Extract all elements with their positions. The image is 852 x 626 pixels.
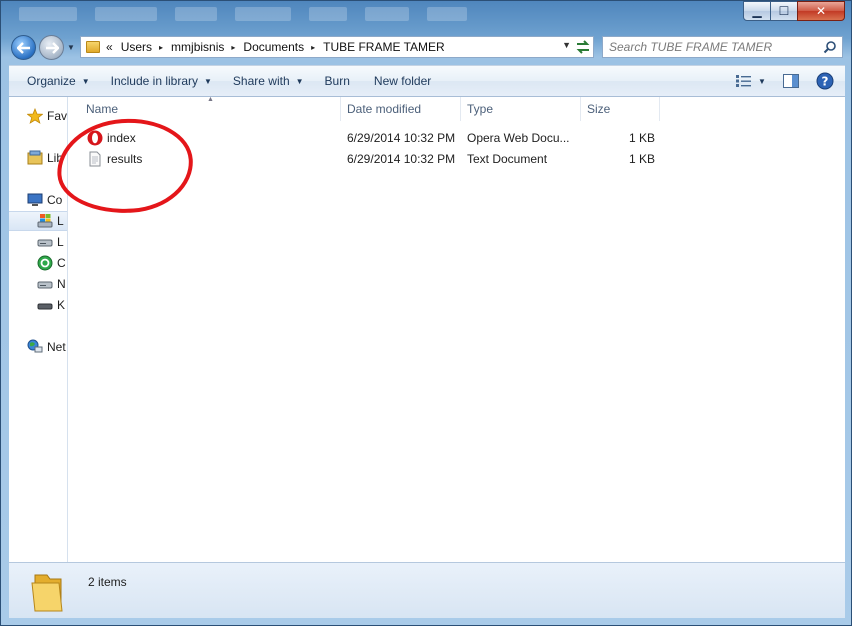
recent-pages-dropdown[interactable]: ▼ xyxy=(67,43,77,53)
refresh-button[interactable] xyxy=(571,37,595,57)
close-button[interactable]: ✕ xyxy=(797,1,845,21)
breadcrumb-current-folder[interactable]: TUBE FRAME TAMER xyxy=(323,40,445,54)
help-button[interactable]: ? xyxy=(813,70,837,92)
nav-favorites[interactable]: Fav xyxy=(9,106,68,126)
folder-icon xyxy=(31,574,63,612)
organize-label: Organize xyxy=(27,74,76,88)
search-box[interactable] xyxy=(602,36,843,58)
column-header-date-modified[interactable]: Date modified xyxy=(341,97,461,121)
nav-drive-5[interactable]: K xyxy=(9,295,67,315)
star-icon xyxy=(27,108,43,124)
back-button[interactable] xyxy=(11,35,36,60)
nav-computer-label: Co xyxy=(47,193,63,207)
column-size-label: Size xyxy=(587,102,611,116)
include-in-library-label: Include in library xyxy=(110,74,198,88)
address-dropdown-icon[interactable]: ▼ xyxy=(562,40,571,50)
maximize-icon: ☐ xyxy=(778,4,790,18)
forward-arrow-icon xyxy=(45,41,59,54)
nav-drive-2[interactable]: L xyxy=(9,232,67,252)
title-bar[interactable] xyxy=(1,1,851,31)
windows-drive-icon xyxy=(37,214,53,228)
chevron-down-icon: ▼ xyxy=(295,76,304,86)
share-with-label: Share with xyxy=(232,74,290,88)
taskbar-reflection xyxy=(19,7,467,21)
file-type: Opera Web Docu... xyxy=(467,131,570,145)
column-type-label: Type xyxy=(467,102,494,116)
nav-drive-5-label: K xyxy=(57,298,66,312)
breadcrumb-user[interactable]: mmjbisnis xyxy=(171,40,224,54)
refresh-icon xyxy=(576,40,590,54)
recycle-drive-icon xyxy=(37,255,53,271)
nav-local-disk-c[interactable]: L xyxy=(9,211,67,231)
nav-drive-2-label: L xyxy=(57,235,64,249)
command-bar: Organize ▼ Include in library ▼ Share wi… xyxy=(9,65,845,97)
back-arrow-icon xyxy=(16,41,30,54)
breadcrumb: « Users ▸ mmjbisnis ▸ Documents ▸ TUBE F… xyxy=(106,40,445,54)
breadcrumb-overflow[interactable]: « xyxy=(106,40,113,54)
column-header-name[interactable]: Name ▲ xyxy=(69,96,341,121)
close-icon: ✕ xyxy=(815,4,827,18)
file-date: 6/29/2014 10:32 PM xyxy=(347,131,456,145)
nav-drive-4-label: N xyxy=(57,277,66,291)
maximize-button[interactable]: ☐ xyxy=(770,1,798,21)
nav-network-label: Net xyxy=(47,340,66,354)
view-list-icon xyxy=(736,75,752,87)
search-icon[interactable] xyxy=(823,40,837,54)
computer-icon xyxy=(27,193,43,206)
minimize-button[interactable]: ▁ xyxy=(743,1,771,21)
burn-label: Burn xyxy=(324,74,350,88)
preview-pane-icon xyxy=(783,74,799,88)
organize-button[interactable]: Organize ▼ xyxy=(18,68,99,94)
details-pane: 2 items xyxy=(9,562,845,618)
breadcrumb-separator-icon[interactable]: ▸ xyxy=(159,43,163,52)
burn-button[interactable]: Burn xyxy=(316,68,359,94)
help-icon: ? xyxy=(816,72,834,90)
chevron-down-icon: ▼ xyxy=(758,76,766,86)
breadcrumb-documents[interactable]: Documents xyxy=(243,40,304,54)
item-count: 2 items xyxy=(88,575,127,589)
preview-pane-button[interactable] xyxy=(779,70,803,92)
forward-button[interactable] xyxy=(39,35,64,60)
column-name-label: Name xyxy=(86,102,119,116)
address-bar[interactable]: « Users ▸ mmjbisnis ▸ Documents ▸ TUBE F… xyxy=(80,36,594,58)
file-type: Text Document xyxy=(467,152,548,166)
nav-drive-3[interactable]: C xyxy=(9,253,67,273)
column-header-size[interactable]: Size xyxy=(581,97,660,121)
nav-computer[interactable]: Co xyxy=(9,190,67,210)
breadcrumb-separator-icon[interactable]: ▸ xyxy=(231,43,235,52)
explorer-window: ▁ ☐ ✕ ▼ « Users ▸ mmjbisnis ▸ Documents … xyxy=(0,0,852,626)
sort-ascending-icon: ▲ xyxy=(207,96,214,103)
nav-local-disk-c-label: L xyxy=(57,214,64,228)
network-icon xyxy=(27,339,43,353)
column-date-label: Date modified xyxy=(347,102,422,116)
include-in-library-button[interactable]: Include in library ▼ xyxy=(102,68,221,94)
chevron-down-icon: ▼ xyxy=(204,76,212,86)
change-view-button[interactable]: ▼ xyxy=(733,70,769,92)
breadcrumb-users[interactable]: Users xyxy=(121,40,152,54)
folder-icon xyxy=(86,41,100,53)
search-input[interactable] xyxy=(609,40,819,54)
column-header-type[interactable]: Type xyxy=(461,97,581,121)
view-controls: ▼ ? xyxy=(733,70,837,92)
nav-favorites-label: Fav xyxy=(47,109,68,123)
library-icon xyxy=(27,150,43,165)
minimize-icon: ▁ xyxy=(752,4,762,18)
nav-network[interactable]: Net xyxy=(9,337,67,357)
new-folder-label: New folder xyxy=(373,74,432,88)
nav-drive-3-label: C xyxy=(57,256,66,270)
chevron-down-icon: ▼ xyxy=(67,43,75,52)
file-size: 1 KB xyxy=(629,152,656,166)
chevron-down-icon: ▼ xyxy=(81,76,90,86)
drive-icon xyxy=(37,281,53,289)
drive-icon xyxy=(37,239,53,247)
file-size: 1 KB xyxy=(629,131,656,145)
new-folder-button[interactable]: New folder xyxy=(365,68,440,94)
file-date: 6/29/2014 10:32 PM xyxy=(347,152,456,166)
svg-text:?: ? xyxy=(822,75,829,89)
nav-drive-4[interactable]: N xyxy=(9,274,67,294)
breadcrumb-separator-icon[interactable]: ▸ xyxy=(311,43,315,52)
share-with-button[interactable]: Share with ▼ xyxy=(224,68,313,94)
removable-drive-icon xyxy=(37,303,53,310)
